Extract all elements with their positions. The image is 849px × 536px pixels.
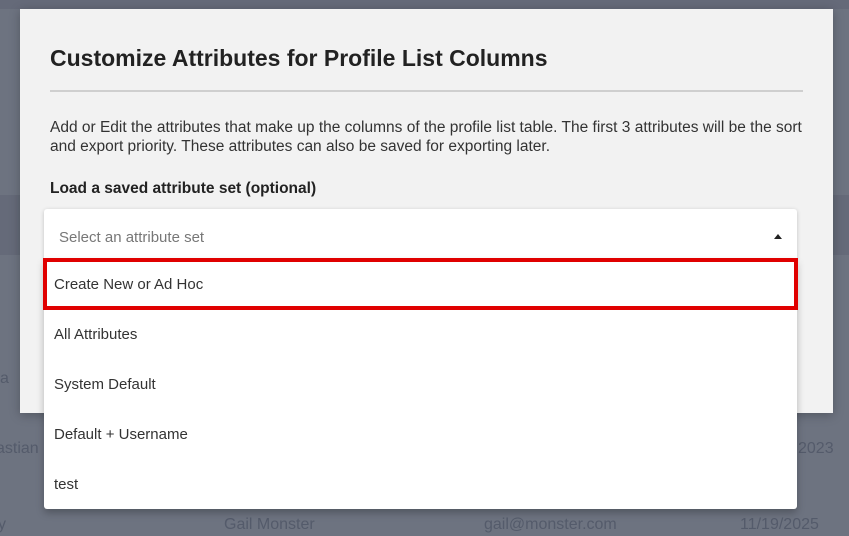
option-test[interactable]: test — [44, 459, 797, 509]
attribute-set-menu: Create New or Ad Hoc All Attributes Syst… — [43, 258, 798, 509]
option-default-username[interactable]: Default + Username — [44, 409, 797, 459]
modal-title: Customize Attributes for Profile List Co… — [50, 45, 548, 71]
select-placeholder: Select an attribute set — [59, 229, 205, 246]
attribute-set-label: Load a saved attribute set (optional) — [50, 180, 317, 197]
caret-up-icon[interactable] — [774, 234, 782, 239]
option-create-new[interactable]: Create New or Ad Hoc — [43, 258, 798, 310]
option-label: All Attributes — [54, 326, 138, 343]
attribute-set-select[interactable]: Select an attribute set — [44, 209, 797, 259]
option-label: System Default — [54, 376, 156, 393]
option-label: Create New or Ad Hoc — [54, 276, 204, 293]
option-label: test — [54, 476, 79, 493]
modal-description: Add or Edit the attributes that make up … — [50, 119, 802, 155]
option-label: Default + Username — [54, 426, 188, 443]
option-system-default[interactable]: System Default — [44, 359, 797, 409]
title-divider — [50, 90, 803, 92]
option-all-attributes[interactable]: All Attributes — [44, 309, 797, 359]
